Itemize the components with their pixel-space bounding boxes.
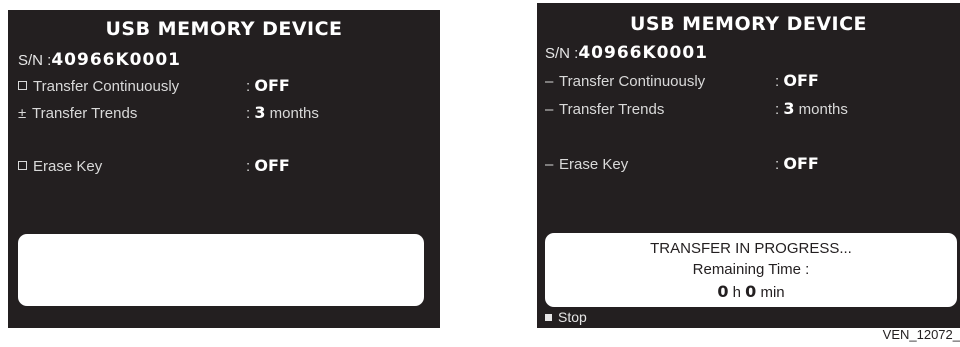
stop-square-icon [545, 314, 552, 321]
usb-memory-screen-idle: USB MEMORY DEVICE S/N :40966K0001 Transf… [8, 10, 440, 328]
stop-label: Stop [558, 309, 587, 325]
menu-item-label: Transfer Continuously [33, 78, 180, 95]
checkbox-icon [18, 161, 27, 170]
serial-label: S/N : [18, 52, 52, 69]
dash-icon: – [545, 156, 554, 173]
usb-memory-screen-transfer: USB MEMORY DEVICE S/N :40966K0001 – Trans… [537, 3, 960, 328]
menu-item-transfer-trends[interactable]: ± Transfer Trends [18, 105, 137, 122]
transfer-trends-value: : 3 months [775, 99, 848, 118]
serial-label: S/N : [545, 45, 579, 62]
menu-item-label: Transfer Trends [32, 105, 138, 122]
transfer-continuously-value: : OFF [246, 76, 290, 95]
menu-item-label: Erase Key [559, 156, 629, 173]
erase-key-value: : OFF [246, 156, 290, 175]
transfer-continuously-value: : OFF [775, 71, 819, 90]
message-box-empty [18, 234, 424, 306]
serial-number: S/N :40966K0001 [18, 50, 181, 70]
menu-item-transfer-trends: – Transfer Trends [545, 101, 664, 118]
menu-item-label: Transfer Trends [559, 101, 665, 118]
menu-item-label: Transfer Continuously [559, 73, 706, 90]
erase-key-value: : OFF [775, 154, 819, 173]
remaining-time-value: 0 h 0 min [717, 282, 785, 301]
serial-value: 40966K0001 [51, 50, 181, 70]
menu-item-transfer-continuously[interactable]: Transfer Continuously [18, 78, 179, 95]
plus-minus-icon: ± [18, 105, 27, 122]
transfer-progress-box: TRANSFER IN PROGRESS... Remaining Time :… [545, 233, 957, 307]
dash-icon: – [545, 73, 554, 90]
menu-item-label: Erase Key [33, 158, 103, 175]
figure-caption: VEN_12072_ [882, 327, 960, 342]
transfer-status-text: TRANSFER IN PROGRESS... [650, 240, 852, 257]
screen-title: USB MEMORY DEVICE [629, 13, 868, 35]
dash-icon: – [545, 101, 554, 118]
screen-title: USB MEMORY DEVICE [105, 18, 343, 40]
serial-number: S/N :40966K0001 [545, 43, 708, 63]
serial-value: 40966K0001 [578, 43, 708, 63]
menu-item-erase-key: – Erase Key [545, 156, 628, 173]
stop-button[interactable]: Stop [545, 309, 587, 325]
menu-item-transfer-continuously: – Transfer Continuously [545, 73, 705, 90]
checkbox-icon [18, 81, 27, 90]
transfer-trends-value: : 3 months [246, 103, 319, 122]
menu-item-erase-key[interactable]: Erase Key [18, 158, 102, 175]
remaining-time-label: Remaining Time : [692, 261, 810, 278]
